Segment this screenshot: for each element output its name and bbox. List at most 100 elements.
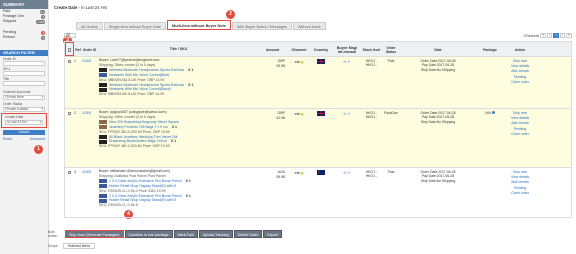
product-thumbnail: [99, 179, 107, 184]
order-amount: GBP 29.98: [276, 59, 285, 68]
clone-order-link[interactable]: Clone order: [505, 80, 535, 85]
scope-label: Scope: [48, 244, 58, 248]
row-checkbox[interactable]: [65, 57, 74, 108]
au-flag-icon: [310, 168, 332, 217]
product-thumbnail: [99, 134, 107, 139]
clone-order-link[interactable]: Clone order: [505, 132, 535, 137]
package: [475, 168, 505, 217]
col-channel: Channel: [291, 47, 307, 52]
package: N/A: [475, 109, 505, 167]
message-icon[interactable]: ✉ ✎: [343, 112, 350, 116]
order-dates: Order Date:2017-06-28 Pay Date:2017-06-28…: [420, 170, 456, 183]
product-thumbnail: [99, 193, 107, 198]
row-checkbox[interactable]: [65, 109, 74, 167]
order-amount: AUD 39.98: [276, 170, 285, 179]
col-buyer-msg: Buyer Msg/ Int.remark: [336, 45, 358, 55]
order-id-link[interactable]: 11304: [82, 57, 97, 108]
select-all-checkbox[interactable]: [65, 42, 74, 56]
pager-last[interactable]: »: [566, 33, 572, 38]
shipping-method: Other courier (3 to 5 days): [114, 62, 156, 67]
pager-first[interactable]: «: [540, 33, 546, 38]
delete-order-button[interactable]: Delete Order: [233, 230, 263, 238]
row-actions: Ship now View details Add remark Pending…: [505, 168, 535, 217]
row-checkbox[interactable]: [65, 168, 74, 217]
col-amount: Amount: [265, 47, 280, 52]
order-status-select[interactable]: Choose a status: [3, 107, 45, 112]
col-ref: Ref: [75, 47, 81, 52]
step-badge-2: 2: [226, 10, 235, 19]
order-dates: Order Date:2017-06-28 Pay Date:2017-06-28…: [420, 59, 456, 72]
tab-multi-item[interactable]: Multi-item without Buyer Note: [167, 20, 231, 30]
combine-package-button[interactable]: Combine to one package: [124, 230, 173, 238]
table-row: 3 11305 Buyer: williamderi (llamundarsho…: [64, 168, 572, 218]
table-row: 1 11304 Buyer: Luke*7@yndexb@engkmd.com …: [64, 57, 572, 109]
shipping-method: Australia Post Parcel Post Parcel: [114, 173, 166, 178]
message-icon[interactable]: ✉ ✎: [343, 171, 350, 175]
uk-flag-icon: [310, 109, 332, 167]
order-id-link[interactable]: 11304: [82, 109, 97, 167]
ship-now-generate-packages-button[interactable]: Ship Now (Generate Packages): [65, 230, 124, 238]
sidebar: SUMMARY Paid 21 Postage Gen 0 Shipped 2448 …: [0, 0, 49, 254]
product-sku: SKU: MB0009-BK-5-UK Price: GBP 14.99: [99, 92, 165, 97]
advanced-link[interactable]: Advanced: [30, 137, 45, 141]
upload-tracking-button[interactable]: Upload Tracking: [198, 230, 233, 238]
row-actions: Ship now View details Add remark Pending…: [505, 109, 535, 167]
summary-title: SUMMARY: [0, 0, 48, 9]
message-icon[interactable]: ✉ ✎: [343, 60, 350, 64]
pager-page-1[interactable]: 1: [553, 33, 559, 38]
stock-level: HKO1 - HKO1 -: [365, 170, 378, 178]
export-button[interactable]: Export: [263, 230, 282, 238]
product-thumbnail: [99, 120, 107, 125]
table-header: Ref Order ID Title / SKU Amount Channel …: [64, 41, 572, 57]
order-id-link[interactable]: 11305: [82, 168, 97, 217]
channel-label: Channel Accounts: [3, 90, 31, 94]
create-date-group: Create Date In Last 24 Hrs: [1, 113, 47, 128]
row-actions: Ship now View details Add remark Pending…: [505, 57, 535, 108]
order-status-label: Order Status: [3, 102, 23, 106]
order-amount: GBP 41.98: [276, 111, 285, 120]
step-badge-1: 1: [34, 145, 43, 154]
tab-without-stock[interactable]: Without stock: [292, 22, 326, 30]
col-order-id: Order ID: [82, 47, 97, 52]
ebay-icon: ebay: [294, 59, 304, 64]
order-status: Paid: [387, 59, 395, 63]
order-tabs: All Orders Single-item without Buyer Not…: [76, 20, 327, 30]
scope-select[interactable]: Selected Items: [62, 243, 96, 249]
col-package: Package: [483, 47, 497, 52]
reset-link[interactable]: Reset: [3, 137, 12, 141]
create-date-filter-display: Create Date › In Last 24 Hrs: [54, 5, 108, 10]
col-country: Country: [313, 47, 329, 52]
tab-buyer-notes[interactable]: With Buyer Notes / Messages: [231, 22, 292, 30]
orders-table: Ref Order ID Title / SKU Amount Channel …: [64, 41, 572, 218]
pager-prev[interactable]: ‹: [546, 33, 553, 38]
bulk-action-label: Bulk Action: [48, 230, 58, 238]
pager-next[interactable]: ›: [559, 33, 566, 38]
search-button[interactable]: Search: [3, 130, 45, 135]
product-sku: SKU: DS0025-CL-0-94-8: [99, 203, 138, 208]
mark-paid-button[interactable]: Mark Paid: [173, 230, 198, 238]
bulk-action-bar: Bulk Action Ship Now (Generate Packages)…: [40, 229, 572, 241]
per-page-select[interactable]: 25: [64, 33, 76, 38]
pagination: 3 Records « ‹ 1 › »: [524, 33, 572, 38]
order-status: Paid: [387, 170, 395, 174]
stock-level: HKO1 - HKO1 -: [365, 111, 378, 119]
package: [475, 57, 505, 108]
product-thumbnail: [99, 68, 107, 73]
create-date-select[interactable]: In Last 24 Hrs: [5, 120, 43, 125]
package-info-icon: [491, 111, 495, 114]
ebay-icon: ebay: [294, 170, 304, 175]
product-sku: SKU: PP0007-BK-0-200-50 Price: GBP 10.99: [99, 144, 170, 149]
records-count: 3 Records: [523, 33, 540, 38]
uk-flag-icon: [310, 57, 332, 108]
col-stock-level: Stock level: [362, 47, 381, 52]
channel-select[interactable]: Choose store: [3, 95, 45, 100]
table-row: 2 11304 Buyer: jojojoy4087 (colngdyle@ya…: [64, 109, 572, 168]
title-input[interactable]: [3, 81, 45, 86]
stock-level: HKO1 - HKO1 -: [365, 59, 378, 67]
tab-all-orders[interactable]: All Orders: [76, 22, 103, 30]
tab-single-item[interactable]: Single-item without Buyer Note: [103, 22, 167, 30]
col-date: Date: [434, 47, 442, 52]
clone-order-link[interactable]: Clone order: [505, 191, 535, 196]
create-date-label: Create Date: [5, 115, 24, 119]
shipping-method: Other courier (3 to 5 days): [114, 114, 156, 119]
